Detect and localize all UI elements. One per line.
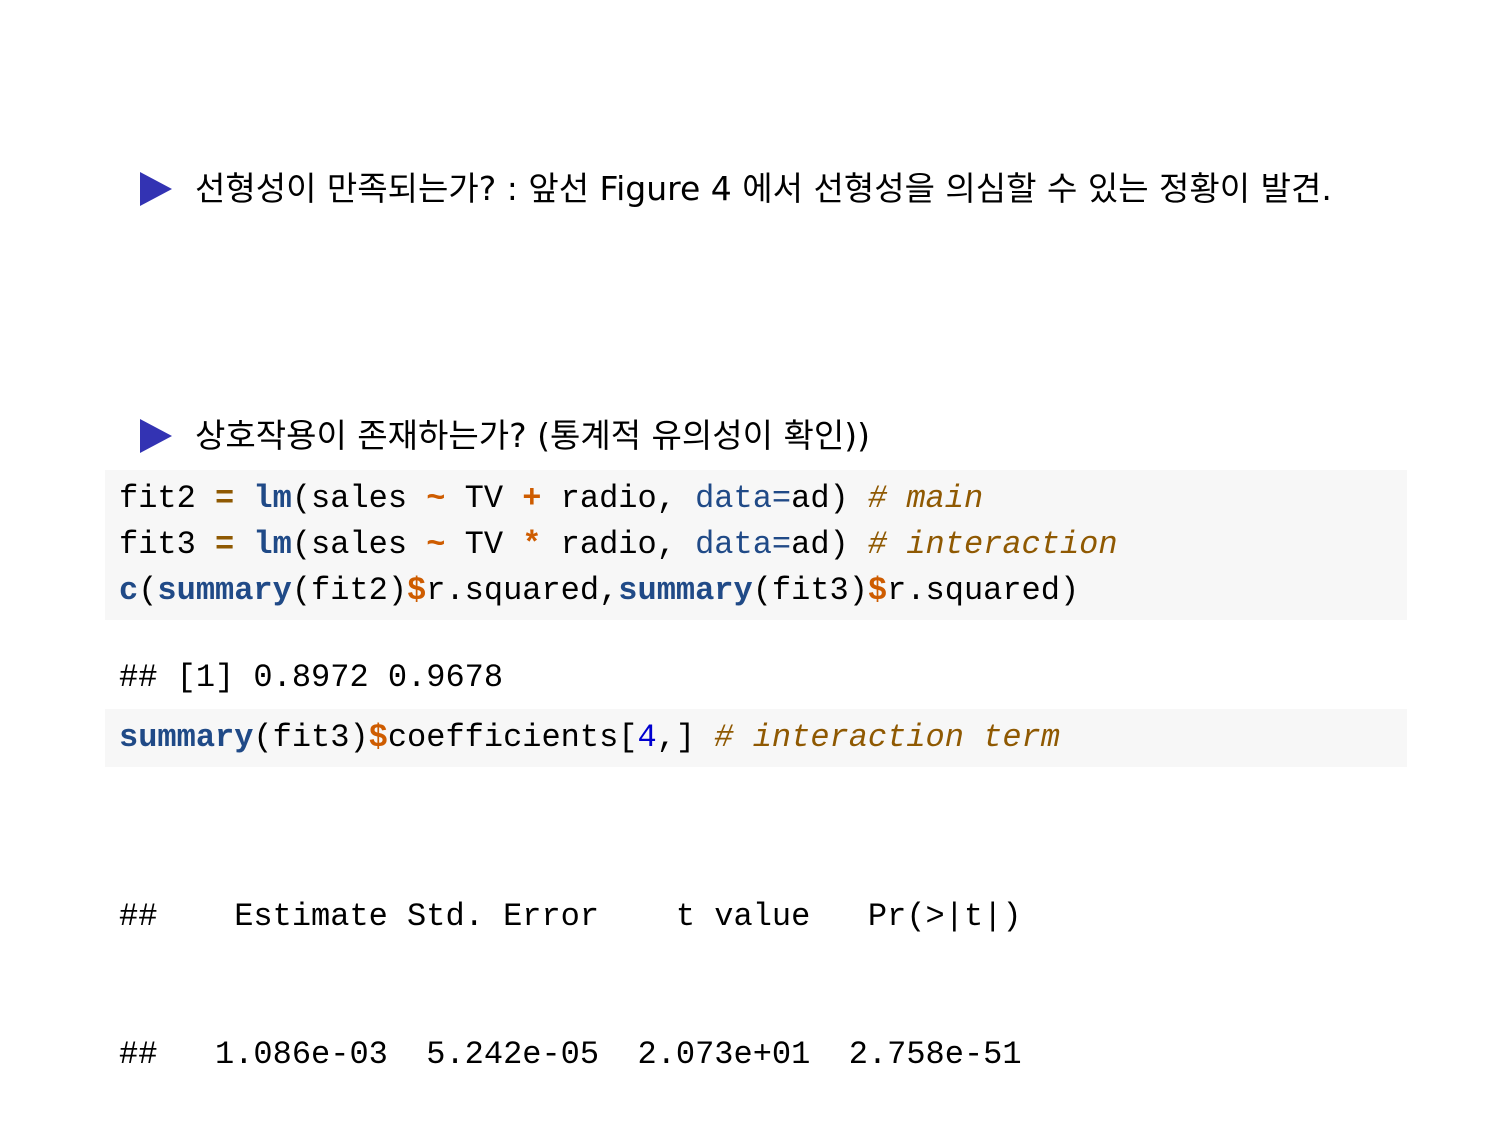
output-line: ## Estimate Std. Error t value Pr(>|t|) <box>119 898 1022 935</box>
code-token: r.squared) <box>887 572 1080 609</box>
code-token: # interaction term <box>714 719 1060 756</box>
bullet-linearity: 선형성이 만족되는가? : 앞선 Figure 4 에서 선형성을 의심할 수 … <box>140 166 1400 212</box>
code-line: c(summary(fit2)$r.squared,summary(fit3)$… <box>119 568 1407 614</box>
code-token: fit2 <box>119 480 216 517</box>
code-token: summary <box>157 572 292 609</box>
code-token: data= <box>695 480 792 517</box>
code-token: summary <box>618 572 753 609</box>
code-token: = <box>215 526 235 563</box>
code-token: ( <box>138 572 158 609</box>
output-r-squared: ## [1] 0.8972 0.9678 <box>119 659 504 696</box>
code-token: TV <box>445 526 523 563</box>
code-token: 4 <box>637 719 657 756</box>
code-token: radio, <box>541 480 696 517</box>
code-token: summary <box>119 719 254 756</box>
code-token: = <box>215 480 235 517</box>
code-token: coefficients[ <box>387 719 638 756</box>
code-token: lm <box>253 480 292 517</box>
code-token: # main <box>867 480 984 517</box>
code-block-coefficients: summary(fit3)$coefficients[4,] # interac… <box>105 709 1407 767</box>
code-token: r.squared, <box>426 572 619 609</box>
code-token: (sales <box>291 480 427 517</box>
code-token: $ <box>368 719 388 756</box>
code-token: TV <box>445 480 523 517</box>
code-line: fit2 = lm(sales ~ TV + radio, data=ad) #… <box>119 476 1407 522</box>
code-line: summary(fit3)$coefficients[4,] # interac… <box>119 715 1407 761</box>
code-token: ad) <box>791 526 868 563</box>
bullet-triangle-icon <box>140 172 172 206</box>
output-line: ## 1.086e-03 5.242e-05 2.073e+01 2.758e-… <box>119 1036 1022 1073</box>
code-token: ,] <box>656 719 715 756</box>
output-coefficients: ## Estimate Std. Error t value Pr(>|t|) … <box>119 802 1022 1124</box>
code-line: fit3 = lm(sales ~ TV * radio, data=ad) #… <box>119 522 1407 568</box>
code-token: ad) <box>791 480 868 517</box>
code-token: $ <box>407 572 427 609</box>
bullet-text: 선형성이 만족되는가? : 앞선 Figure 4 에서 선형성을 의심할 수 … <box>195 169 1332 208</box>
code-token: * <box>522 526 542 563</box>
code-token: (fit2) <box>291 572 408 609</box>
code-token: $ <box>867 572 888 609</box>
code-token: + <box>522 480 542 517</box>
code-token: ~ <box>426 480 446 517</box>
code-token: fit3 <box>119 526 216 563</box>
code-token: (fit3) <box>253 719 369 756</box>
code-token: (fit3) <box>752 572 868 609</box>
bullet-triangle-icon <box>140 419 172 453</box>
code-token: # interaction <box>867 526 1118 563</box>
code-token: (sales <box>291 526 427 563</box>
code-token: radio, <box>541 526 696 563</box>
code-token: c <box>119 572 139 609</box>
code-token: lm <box>253 526 292 563</box>
code-token: data= <box>695 526 792 563</box>
code-token: ~ <box>426 526 446 563</box>
bullet-interaction: 상호작용이 존재하는가? (통계적 유의성이 확인)) <box>140 413 1400 459</box>
bullet-text: 상호작용이 존재하는가? (통계적 유의성이 확인)) <box>195 416 870 455</box>
code-block-fit-models: fit2 = lm(sales ~ TV + radio, data=ad) #… <box>105 470 1407 620</box>
